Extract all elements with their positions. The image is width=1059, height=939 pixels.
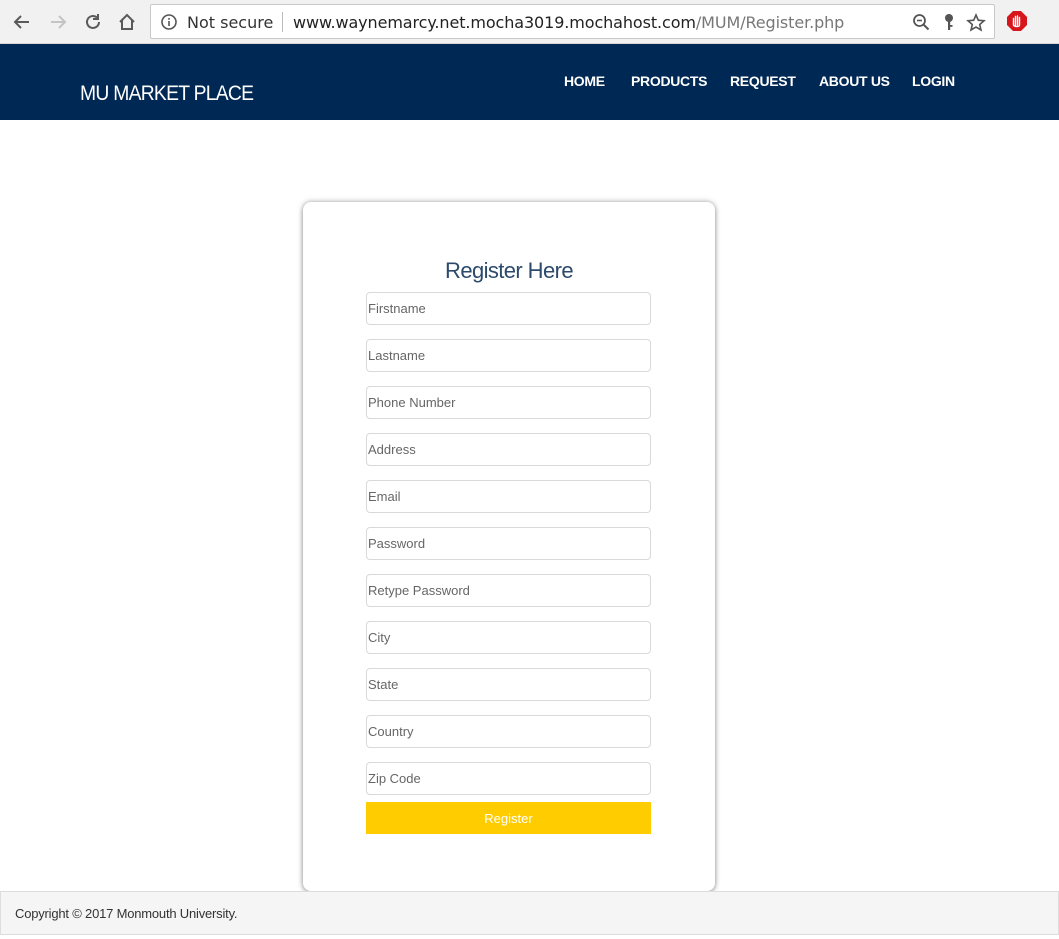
nav-about-us[interactable]: ABOUT US [819,73,890,89]
forward-button[interactable] [46,10,70,34]
register-button[interactable]: Register [366,802,651,834]
divider [282,12,283,32]
star-icon[interactable] [966,13,986,38]
zip-code-input[interactable] [366,762,651,795]
home-icon [117,12,137,32]
phone-number-input[interactable] [366,386,651,419]
info-icon[interactable] [160,13,178,36]
country-input[interactable] [366,715,651,748]
state-input[interactable] [366,668,651,701]
lastname-input[interactable] [366,339,651,372]
form-title: Register Here [445,258,574,283]
nav-products[interactable]: PRODUCTS [631,73,707,89]
home-button[interactable] [115,10,139,34]
retype-password-input[interactable] [366,574,651,607]
nav-request[interactable]: REQUEST [730,73,796,89]
arrow-left-icon [12,12,32,32]
reload-button[interactable] [81,10,105,34]
address-input[interactable] [366,433,651,466]
stop-hand-icon[interactable] [1006,10,1028,37]
key-icon[interactable] [941,13,957,36]
site-header: MU MARKET PLACE HOME PRODUCTS REQUEST AB… [0,44,1059,120]
city-input[interactable] [366,621,651,654]
zoom-out-icon[interactable] [912,13,930,36]
nav-home[interactable]: HOME [564,73,605,89]
arrow-right-icon [48,12,68,32]
url-path: /MUM/Register.php [695,13,845,32]
email-input[interactable] [366,480,651,513]
browser-toolbar: Not secure www.waynemarcy.net.mocha3019.… [0,0,1059,44]
copyright-text: Copyright © 2017 Monmouth University. [15,906,238,921]
address-bar[interactable]: Not secure www.waynemarcy.net.mocha3019.… [150,4,995,39]
site-brand[interactable]: MU MARKET PLACE [80,82,254,106]
nav-login[interactable]: LOGIN [912,73,955,89]
back-button[interactable] [10,10,34,34]
password-input[interactable] [366,527,651,560]
url-host: www.waynemarcy.net.mocha3019.mochahost.c… [293,13,696,32]
url-text[interactable]: www.waynemarcy.net.mocha3019.mochahost.c… [293,13,844,32]
reload-icon [83,12,103,32]
security-status[interactable]: Not secure [187,13,273,32]
firstname-input[interactable] [366,292,651,325]
site-footer: Copyright © 2017 Monmouth University. [0,891,1059,935]
register-card: Register Here Register [303,202,715,891]
